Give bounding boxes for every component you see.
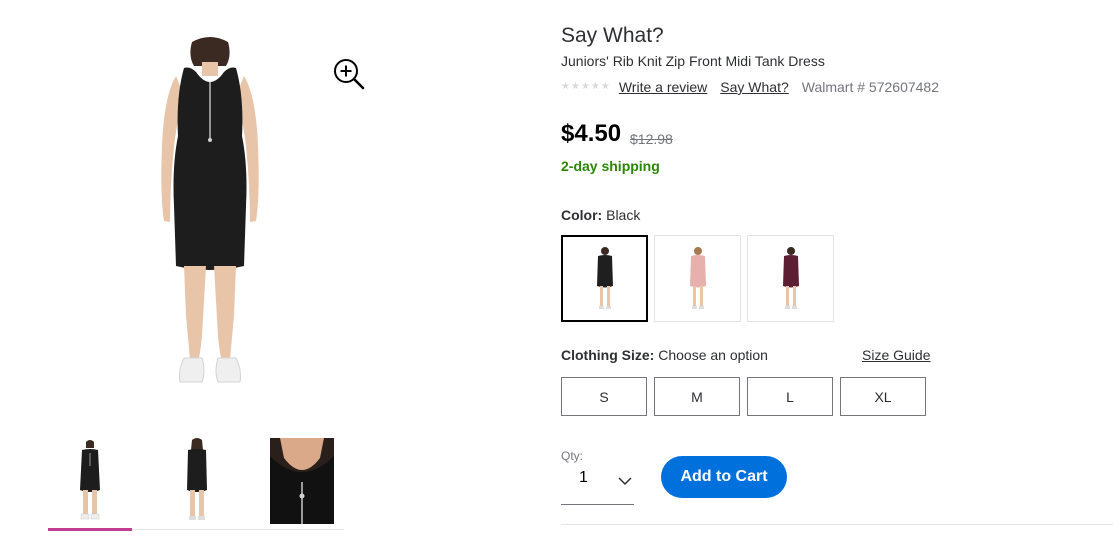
shipping-badge: 2-day shipping bbox=[561, 158, 660, 174]
quantity-select[interactable]: 1 bbox=[561, 463, 634, 505]
size-option-xl[interactable]: XL bbox=[840, 377, 926, 416]
swatch-burgundy[interactable] bbox=[747, 235, 834, 322]
size-guide-link[interactable]: Size Guide bbox=[862, 347, 930, 363]
star-icon: ★ bbox=[561, 81, 570, 92]
swatch-black[interactable] bbox=[561, 235, 648, 322]
rating-stars[interactable]: ★ ★ ★ ★ ★ bbox=[561, 82, 610, 92]
thumbnail-back[interactable] bbox=[155, 436, 239, 526]
section-divider bbox=[561, 524, 1113, 525]
star-icon: ★ bbox=[580, 81, 590, 92]
write-review-link[interactable]: Write a review bbox=[619, 79, 707, 95]
size-option-m[interactable]: M bbox=[654, 377, 740, 416]
size-option-l[interactable]: L bbox=[747, 377, 833, 416]
product-meta: ★ ★ ★ ★ ★ Write a review Say What? Walma… bbox=[561, 77, 939, 97]
size-selected-value: Choose an option bbox=[658, 347, 768, 363]
thumbnail-front[interactable] bbox=[48, 436, 132, 526]
star-icon: ★ bbox=[600, 81, 610, 92]
quantity-label: Qty: bbox=[561, 449, 584, 463]
thumbnail-detail[interactable] bbox=[270, 438, 334, 524]
color-label-key: Color: bbox=[561, 207, 603, 223]
main-product-image[interactable] bbox=[140, 36, 280, 406]
color-label: Color: Black bbox=[561, 207, 640, 223]
zoom-in-icon[interactable] bbox=[333, 58, 365, 90]
brand-link[interactable]: Say What? bbox=[720, 79, 788, 95]
swatch-pink[interactable] bbox=[654, 235, 741, 322]
add-to-cart-button[interactable]: Add to Cart bbox=[661, 456, 787, 498]
thumbnail-selected-indicator bbox=[48, 528, 132, 531]
current-price: $4.50 bbox=[561, 120, 622, 147]
chevron-down-icon bbox=[618, 473, 632, 491]
was-price: $12.98 bbox=[630, 131, 673, 147]
size-option-s[interactable]: S bbox=[561, 377, 647, 416]
thumbnail-strip bbox=[48, 432, 344, 531]
size-label: Clothing Size: Choose an option bbox=[561, 347, 768, 363]
size-label-key: Clothing Size: bbox=[561, 347, 655, 363]
color-selected-value: Black bbox=[606, 207, 641, 223]
star-icon: ★ bbox=[590, 81, 600, 92]
product-title: Juniors' Rib Knit Zip Front Midi Tank Dr… bbox=[561, 53, 825, 69]
quantity-value: 1 bbox=[579, 469, 588, 486]
product-brand: Say What? bbox=[561, 24, 664, 47]
item-number: Walmart # 572607482 bbox=[801, 79, 939, 95]
star-icon: ★ bbox=[570, 81, 580, 92]
